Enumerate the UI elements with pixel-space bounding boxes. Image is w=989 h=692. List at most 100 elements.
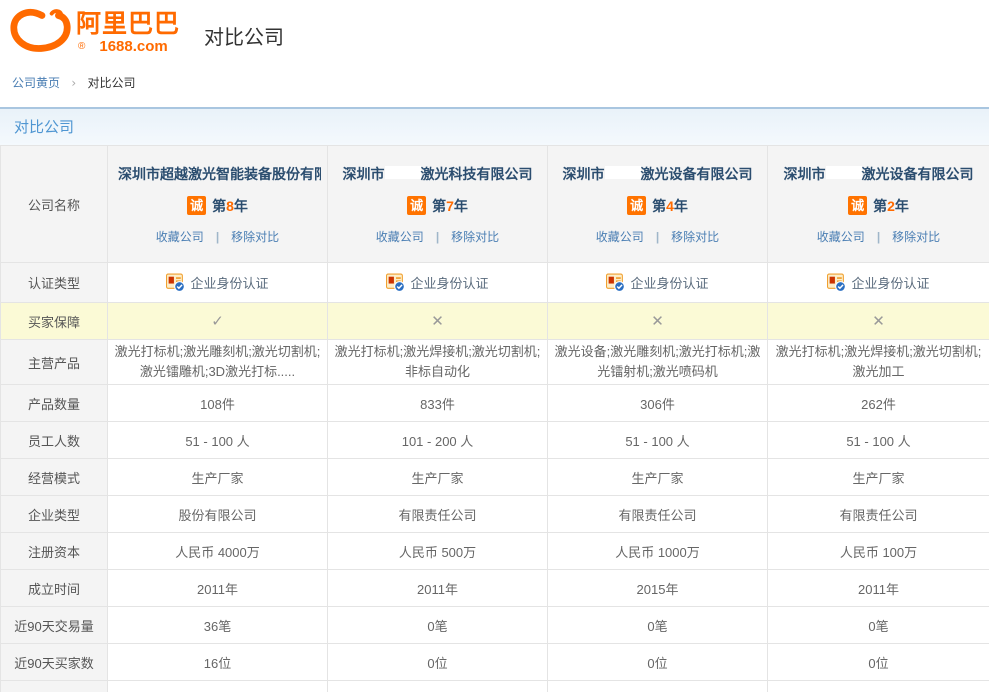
employee-count-cell: 101 - 200 人 <box>328 422 548 459</box>
link-divider: | <box>877 230 880 244</box>
company-name-link[interactable]: 深圳市激光科技有限公司 <box>343 166 533 182</box>
enterprise-cert-icon <box>386 273 405 292</box>
favorite-company-link[interactable]: 收藏公司 <box>156 230 204 244</box>
page-title: 对比公司 <box>204 21 284 50</box>
row-label-company-type: 企业类型 <box>1 496 108 533</box>
trades-90d-cell: 36笔 <box>108 607 328 644</box>
guarantee-cell: ✕ <box>768 303 989 340</box>
company-name-link[interactable]: 深圳市激光设备有限公司 <box>563 166 753 182</box>
buyers-90d-cell: 0位 <box>548 644 768 681</box>
favorite-company-link[interactable]: 收藏公司 <box>817 230 865 244</box>
row-label-buyer-guarantee: 买家保障 <box>1 303 108 340</box>
product-count-cell: 306件 <box>548 385 768 422</box>
remove-compare-link[interactable]: 移除对比 <box>451 230 499 244</box>
alibaba-smiley-icon <box>10 8 72 59</box>
company-comparison-table: 公司名称 深圳市超越激光智能装备股份有限... 诚第8年 收藏公司|移除对比 深… <box>0 145 989 692</box>
link-divider: | <box>216 230 219 244</box>
row-label-trades-90d: 近90天交易量 <box>1 607 108 644</box>
buyers-90d-cell: 16位 <box>108 644 328 681</box>
alibaba-1688-logo[interactable]: 阿里巴巴 ® 1688.com <box>10 8 180 59</box>
row-label-buyers-90d: 近90天买家数 <box>1 644 108 681</box>
company-type-cell: 有限责任公司 <box>768 496 989 533</box>
registered-capital-cell: 人民币 1000万 <box>548 533 768 570</box>
company-type-cell: 股份有限公司 <box>108 496 328 533</box>
breadcrumb-current: 对比公司 <box>88 76 136 90</box>
business-model-cell: 生产厂家 <box>548 459 768 496</box>
breadcrumb-home-link[interactable]: 公司黄页 <box>12 76 60 90</box>
section-title-bar: 对比公司 <box>0 107 989 145</box>
row-label-employee-count: 员工人数 <box>1 422 108 459</box>
table-row-company-name: 公司名称 深圳市超越激光智能装备股份有限... 诚第8年 收藏公司|移除对比 深… <box>1 146 989 263</box>
link-divider: | <box>656 230 659 244</box>
breadcrumb: 公司黄页 › 对比公司 <box>0 60 989 103</box>
row-label-company-name: 公司名称 <box>1 146 108 263</box>
main-products-cell: 激光打标机;激光焊接机;激光切割机;非标自动化 <box>328 340 548 385</box>
company-name-link[interactable]: 深圳市超越激光智能装备股份有限... <box>118 166 321 182</box>
row-label-founded-year: 成立时间 <box>1 570 108 607</box>
satisfaction-rate-cell <box>548 681 768 692</box>
cross-mark-icon: ✕ <box>431 312 444 330</box>
cheng-badge-icon: 诚 <box>848 196 867 215</box>
founded-year-cell: 2015年 <box>548 570 768 607</box>
cert-label: 企业身份认证 <box>851 273 929 292</box>
guarantee-cell: ✕ <box>548 303 768 340</box>
table-row-cert-type: 认证类型 企业身份认证 企业身份认证 企业身份认证 企业身份认证 <box>1 263 989 303</box>
cross-mark-icon: ✕ <box>651 312 664 330</box>
table-row-product-count: 产品数量 108件 833件 306件 262件 <box>1 385 989 422</box>
product-count-cell: 108件 <box>108 385 328 422</box>
table-row-registered-capital: 注册资本 人民币 4000万 人民币 500万 人民币 1000万 人民币 10… <box>1 533 989 570</box>
cheng-badge-icon: 诚 <box>187 196 206 215</box>
company-header-cell: 深圳市激光设备有限公司 诚第2年 收藏公司|移除对比 <box>768 146 989 263</box>
member-years: 第4年 <box>652 196 688 216</box>
member-years: 第8年 <box>212 196 248 216</box>
satisfaction-rate-cell: 100% <box>108 681 328 692</box>
table-row-trades-90d: 近90天交易量 36笔 0笔 0笔 0笔 <box>1 607 989 644</box>
company-type-cell: 有限责任公司 <box>328 496 548 533</box>
breadcrumb-separator: › <box>71 76 76 90</box>
cert-cell: 企业身份认证 <box>548 263 768 303</box>
business-model-cell: 生产厂家 <box>108 459 328 496</box>
company-type-cell: 有限责任公司 <box>548 496 768 533</box>
remove-compare-link[interactable]: 移除对比 <box>671 230 719 244</box>
remove-compare-link[interactable]: 移除对比 <box>892 230 940 244</box>
favorite-company-link[interactable]: 收藏公司 <box>376 230 424 244</box>
redaction-box <box>605 166 641 179</box>
cert-label: 企业身份认证 <box>190 273 268 292</box>
redaction-box <box>385 166 421 179</box>
company-header-cell: 深圳市超越激光智能装备股份有限... 诚第8年 收藏公司 | 移除对比 <box>108 146 328 263</box>
cert-cell: 企业身份认证 <box>328 263 548 303</box>
member-years: 第7年 <box>432 196 468 216</box>
row-label-cert-type: 认证类型 <box>1 263 108 303</box>
trades-90d-cell: 0笔 <box>768 607 989 644</box>
guarantee-cell: ✕ <box>328 303 548 340</box>
check-mark-icon: ✓ <box>211 312 224 330</box>
company-name-link[interactable]: 深圳市激光设备有限公司 <box>784 166 974 182</box>
favorite-company-link[interactable]: 收藏公司 <box>596 230 644 244</box>
table-row-business-model: 经营模式 生产厂家 生产厂家 生产厂家 生产厂家 <box>1 459 989 496</box>
guarantee-cell: ✓ <box>108 303 328 340</box>
product-count-cell: 833件 <box>328 385 548 422</box>
buyers-90d-cell: 0位 <box>328 644 548 681</box>
cert-label: 企业身份认证 <box>410 273 488 292</box>
main-products-cell: 激光打标机;激光雕刻机;激光切割机;激光镭雕机;3D激光打标..... <box>108 340 328 385</box>
row-label-main-products: 主营产品 <box>1 340 108 385</box>
main-products-cell: 激光设备;激光雕刻机;激光打标机;激光镭射机;激光喷码机 <box>548 340 768 385</box>
table-row-satisfaction-rate: 交易满意率 100% 100% <box>1 681 989 692</box>
cheng-badge-icon: 诚 <box>627 196 646 215</box>
founded-year-cell: 2011年 <box>328 570 548 607</box>
satisfaction-rate-cell <box>328 681 548 692</box>
enterprise-cert-icon <box>166 273 185 292</box>
cheng-badge-icon: 诚 <box>407 196 426 215</box>
enterprise-cert-icon <box>827 273 846 292</box>
logo-domain: 1688.com <box>99 39 167 54</box>
remove-compare-link[interactable]: 移除对比 <box>231 230 279 244</box>
trades-90d-cell: 0笔 <box>328 607 548 644</box>
cert-cell: 企业身份认证 <box>768 263 989 303</box>
company-header-cell: 深圳市激光设备有限公司 诚第4年 收藏公司 | 移除对比 <box>548 146 768 263</box>
table-row-company-type: 企业类型 股份有限公司 有限责任公司 有限责任公司 有限责任公司 <box>1 496 989 533</box>
employee-count-cell: 51 - 100 人 <box>108 422 328 459</box>
top-bar: 阿里巴巴 ® 1688.com 对比公司 <box>0 0 989 60</box>
company-header-cell: 深圳市激光科技有限公司 诚第7年 收藏公司|移除对比 <box>328 146 548 263</box>
row-label-satisfaction-rate: 交易满意率 <box>1 681 108 692</box>
section-title: 对比公司 <box>14 119 74 136</box>
